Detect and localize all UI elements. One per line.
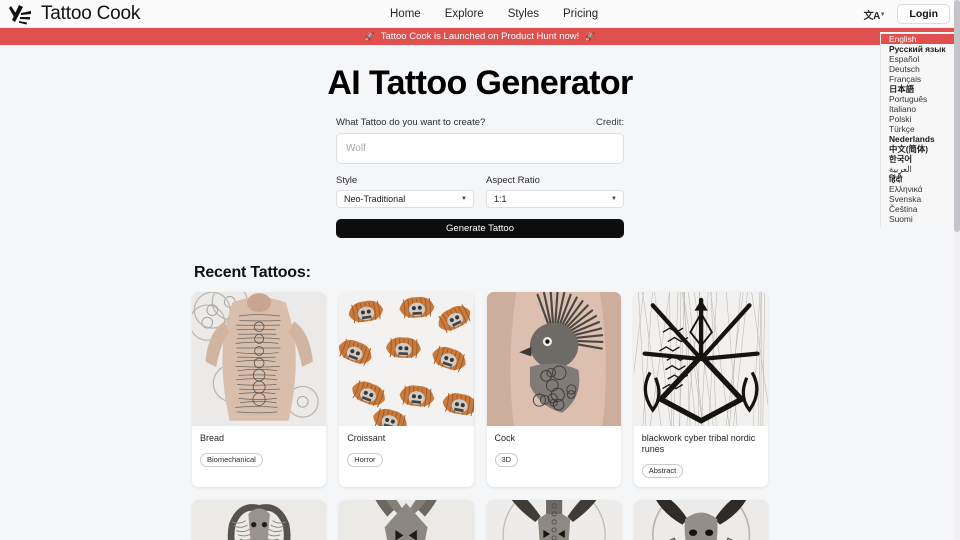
tattoo-card[interactable]: Croissant Horror (339, 292, 474, 487)
tattoo-card-title: Cock (494, 433, 516, 443)
language-selector-button[interactable]: 文A ▾ (863, 5, 886, 24)
language-option[interactable]: Polski (881, 114, 960, 124)
chevron-down-icon: ▼ (611, 196, 617, 202)
aspect-ratio-select[interactable]: 1:1 ▼ (486, 190, 624, 208)
style-label: Style (336, 175, 358, 186)
aspect-ratio-field: Aspect Ratio 1:1 ▼ (486, 175, 624, 208)
tattoo-card-title: blackwork cyber tribal nordic runes (641, 433, 756, 454)
rocket-icon-left: 🚀 (364, 31, 375, 41)
language-option[interactable]: 日本語 (881, 84, 960, 94)
aspect-ratio-select-value: 1:1 (494, 194, 507, 204)
tattoo-style-tag[interactable]: Horror (347, 452, 383, 467)
generator-form: What Tattoo do you want to create? Credi… (336, 117, 624, 238)
brush-strokes-icon (8, 3, 34, 25)
recent-tattoos-section: Recent Tattoos: Bread Biomechanical Croiss… (192, 264, 768, 540)
promo-banner-text: Tattoo Cook is Launched on Product Hunt … (380, 31, 580, 42)
tattoo-card[interactable]: Cock 3D (486, 292, 621, 487)
credit-label: Credit: (596, 117, 624, 128)
tattoo-card-body: blackwork cyber tribal nordic runes Abstr… (634, 426, 768, 487)
tattoo-card-body: Bread Biomechanical (192, 426, 326, 476)
page-title: AI Tattoo Generator (327, 64, 633, 102)
tattoo-card[interactable] (486, 500, 621, 540)
main-nav: Home Explore Styles Pricing (390, 0, 598, 28)
rocket-icon-right: 🚀 (585, 31, 596, 41)
style-field: Style Neo-Traditional ▼ (336, 175, 474, 208)
nav-link-explore[interactable]: Explore (445, 8, 484, 20)
language-option[interactable]: العربية (881, 164, 960, 174)
translate-icon: 文A (863, 10, 881, 22)
language-option[interactable]: Español (881, 54, 960, 64)
aspect-ratio-label: Aspect Ratio (486, 175, 540, 186)
language-dropdown-menu[interactable]: English Русский язык Español Deutsch Françai… (880, 32, 960, 227)
recent-tattoos-grid-row2 (192, 500, 768, 540)
recent-tattoos-title: Recent Tattoos: (194, 264, 311, 281)
tattoo-image (192, 292, 327, 426)
tattoo-image (486, 500, 621, 540)
language-option[interactable]: हिंदी (881, 174, 960, 184)
language-option[interactable]: 한국어 (881, 154, 960, 164)
tattoo-card[interactable] (339, 500, 474, 540)
tattoo-style-tag[interactable]: 3D (494, 452, 519, 467)
options-row: Style Neo-Traditional ▼ Aspect Ratio 1:1… (336, 175, 624, 208)
language-option[interactable]: English (881, 34, 960, 44)
brand[interactable]: Tattoo Cook (8, 3, 140, 25)
nav-link-styles[interactable]: Styles (508, 8, 539, 20)
tattoo-style-tag[interactable]: Abstract (641, 463, 684, 478)
chevron-down-icon: ▼ (461, 196, 467, 202)
prompt-label: What Tattoo do you want to create? (336, 117, 486, 128)
nav-link-home[interactable]: Home (390, 8, 421, 20)
language-option[interactable]: Svenska (881, 194, 960, 204)
style-select-value: Neo-Traditional (344, 194, 406, 204)
tattoo-image (339, 500, 474, 540)
brand-name: Tattoo Cook (41, 2, 141, 24)
chevron-down-icon: ▾ (880, 11, 885, 18)
hero-section: AI Tattoo Generator What Tattoo do you w… (0, 45, 960, 238)
tattoo-image (339, 292, 474, 426)
login-button[interactable]: Login (897, 4, 950, 24)
tattoo-image (192, 500, 327, 540)
scrollbar-thumb[interactable] (954, 0, 960, 232)
language-option[interactable]: Italiano (881, 104, 960, 114)
language-option[interactable]: Suomi (881, 214, 960, 224)
tattoo-image (633, 292, 768, 426)
language-option[interactable]: 中文(简体) (881, 144, 960, 154)
header-actions: 文A ▾ Login (863, 0, 950, 28)
tattoo-card-body: Cock 3D (487, 426, 621, 476)
promo-banner[interactable]: 🚀 Tattoo Cook is Launched on Product Hun… (0, 28, 960, 45)
tattoo-image (486, 292, 621, 426)
generate-tattoo-button[interactable]: Generate Tattoo (336, 219, 624, 238)
prompt-label-row: What Tattoo do you want to create? Credi… (336, 117, 624, 128)
tattoo-card[interactable] (192, 500, 327, 540)
prompt-input[interactable] (336, 133, 624, 164)
tattoo-card-body: Croissant Horror (339, 426, 473, 476)
tattoo-card[interactable]: Bread Biomechanical (192, 292, 327, 487)
language-option[interactable]: Nederlands (881, 134, 960, 144)
language-option[interactable]: Русский язык (881, 44, 960, 54)
nav-link-pricing[interactable]: Pricing (563, 8, 598, 20)
recent-tattoos-grid: Bread Biomechanical Croissant Horror Cock 3D b… (192, 292, 768, 487)
tattoo-style-tag[interactable]: Biomechanical (200, 452, 263, 467)
tattoo-card-title: Croissant (347, 433, 386, 443)
language-option[interactable]: Türkçe (881, 124, 960, 134)
style-select[interactable]: Neo-Traditional ▼ (336, 190, 474, 208)
tattoo-card-title: Bread (200, 433, 225, 443)
page-scrollbar[interactable] (954, 0, 960, 540)
language-option[interactable]: Português (881, 94, 960, 104)
language-option[interactable]: Deutsch (881, 64, 960, 74)
site-header: Tattoo Cook Home Explore Styles Pricing … (0, 0, 960, 28)
tattoo-card[interactable]: blackwork cyber tribal nordic runes Abstr… (633, 292, 768, 487)
page-root: Tattoo Cook Home Explore Styles Pricing … (0, 0, 960, 540)
language-option[interactable]: Ελληνικά (881, 184, 960, 194)
tattoo-card[interactable] (633, 500, 768, 540)
tattoo-image (633, 500, 768, 540)
language-option[interactable]: Français (881, 74, 960, 84)
language-option[interactable]: Čeština (881, 204, 960, 214)
